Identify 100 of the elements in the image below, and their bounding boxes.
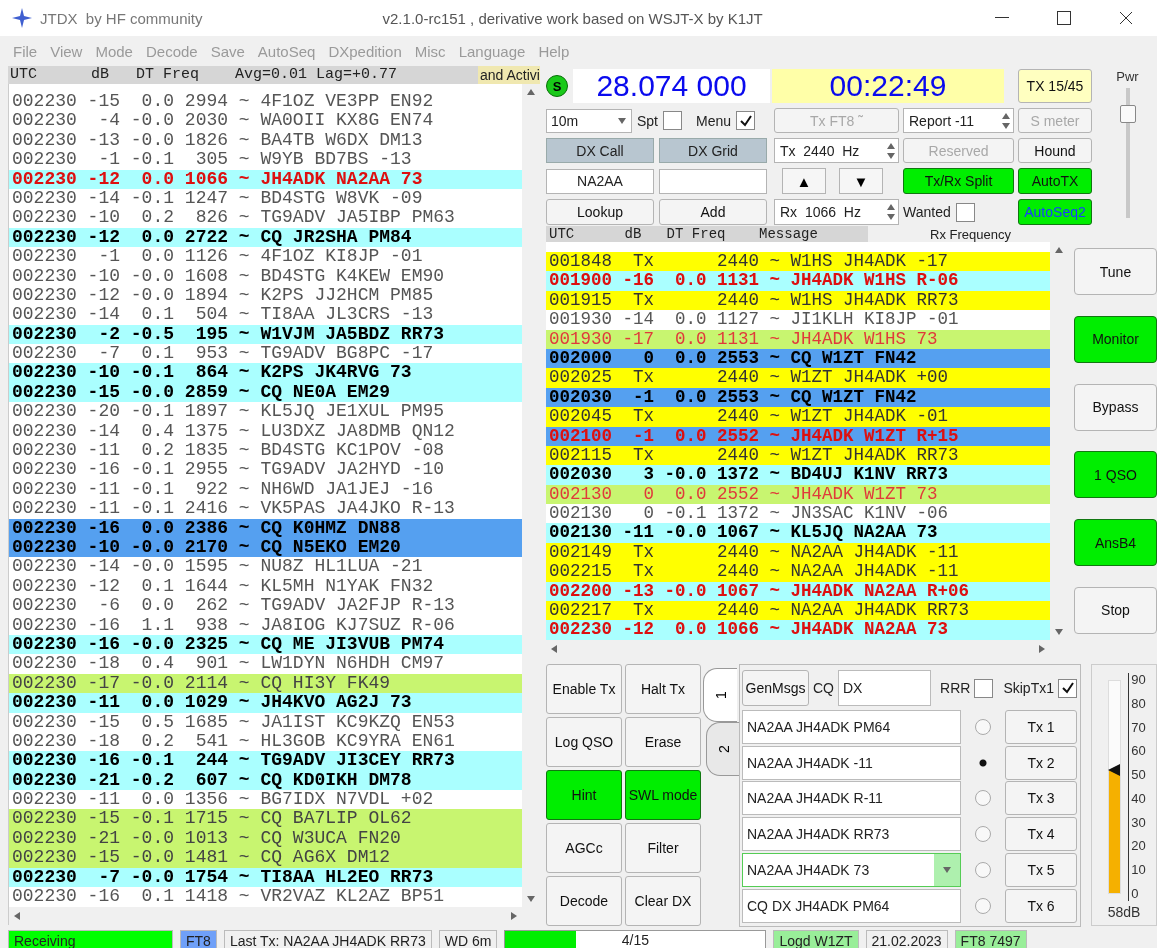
control-button[interactable]: Tune (1074, 248, 1157, 295)
decode-row[interactable]: 002230 -15 -0.0 1481 ~ CQ AG6X DM12 (9, 848, 522, 868)
maximize-icon[interactable] (1057, 11, 1071, 25)
up-button[interactable]: ▲ (782, 168, 826, 194)
decode-row[interactable]: 002230 -15 -0.1 1715 ~ CQ BA7LIP OL62 (9, 809, 522, 829)
tx-button[interactable]: Tx 2 (1005, 745, 1077, 780)
dx-grid-field[interactable] (659, 168, 767, 194)
message-field[interactable]: CQ DX JH4ADK PM64 (742, 888, 961, 923)
radio-button[interactable] (975, 790, 991, 807)
scroll-left-icon[interactable] (550, 644, 560, 653)
decode-row[interactable]: 002230 -10 -0.0 2170 ~ CQ N5EKO EM20 (9, 538, 522, 558)
tx-button[interactable]: Tx 4 (1005, 817, 1077, 852)
scroll-right-icon[interactable] (508, 912, 518, 920)
decode-row[interactable]: 002230 -12 0.0 1066 ~ JH4ADK NA2AA 73 (9, 169, 522, 189)
decode-row[interactable]: 002000 0 0.0 2553 ~ CQ W1ZT FN42 (546, 348, 1050, 369)
decode-row[interactable]: 002230 -12 0.0 1066 ~ JH4ADK NA2AA 73 (546, 620, 1050, 640)
genmsgs-button[interactable]: GenMsgs (742, 670, 809, 707)
decode-row[interactable]: 002130 -11 -0.0 1067 ~ KL5JQ NA2AA 73 (546, 523, 1050, 543)
radio-button[interactable] (975, 718, 991, 735)
rrr-checkbox[interactable] (974, 678, 994, 698)
skip-tx1-checkbox[interactable] (1058, 678, 1077, 698)
dx-call-field[interactable]: NA2AA (546, 168, 654, 194)
autotx-button[interactable]: AutoTX (1018, 168, 1092, 194)
tx-button[interactable]: Tx 1 (1005, 709, 1077, 744)
decode-row[interactable]: 002030 3 -0.0 1372 ~ BD4UJ K1NV RR73 (546, 465, 1050, 485)
band-select[interactable]: 10m (546, 108, 632, 133)
spt-checkbox[interactable] (663, 111, 682, 130)
rx-frequency-spinbox[interactable]: Rx 1066 Hz (774, 199, 899, 225)
decode-row[interactable]: 002030 -1 0.0 2553 ~ CQ W1ZT FN42 (546, 387, 1050, 408)
radio-button[interactable] (975, 861, 991, 878)
tx-button[interactable]: Tx 6 (1005, 888, 1077, 923)
decode-row[interactable]: 002230 -10 -0.1 864 ~ K2PS JK4RVG 73 (9, 363, 522, 383)
close-icon[interactable] (1119, 11, 1133, 25)
tab[interactable]: 2 (706, 722, 740, 776)
decode-row[interactable]: 002230 -21 -0.0 1013 ~ CQ W3UCA FN20 (9, 828, 522, 849)
decode-row[interactable]: 002230 -12 0.0 2722 ~ CQ JR2SHA PM84 (9, 227, 522, 248)
tx-button[interactable]: Tx 3 (1005, 781, 1077, 816)
decode-row[interactable]: 002230 -15 -0.0 2859 ~ CQ NE0A EM29 (9, 382, 522, 403)
message-field[interactable]: NA2AA JH4ADK -11 (742, 745, 961, 780)
control-button[interactable]: 1 QSO (1074, 451, 1157, 499)
slider-thumb[interactable] (1119, 104, 1136, 123)
decode-row[interactable]: 002230 -16 -0.1 244 ~ TG9ADV JI3CEY RR73 (9, 751, 522, 771)
action-button[interactable]: Decode (546, 876, 622, 926)
scroll-left-icon[interactable] (13, 912, 23, 920)
add-button[interactable]: Add (659, 199, 767, 225)
down-button[interactable]: ▼ (839, 168, 883, 194)
hound-button[interactable]: Hound (1018, 138, 1092, 163)
decode-row[interactable]: 002230 -17 -0.0 2114 ~ CQ HI3Y FK49 (9, 673, 522, 694)
decode-row[interactable]: 002230 -16 0.0 2386 ~ CQ K0HMZ DN88 (9, 518, 522, 538)
decode-row[interactable]: 002025 Tx 2440 ~ W1ZT JH4ADK +00 (546, 368, 1050, 388)
tx-button[interactable]: Tx 5 (1005, 852, 1077, 887)
split-button[interactable]: Tx/Rx Split (903, 168, 1014, 194)
message-field[interactable]: NA2AA JH4ADK RR73 (742, 817, 961, 852)
action-button[interactable]: Enable Tx (546, 664, 622, 714)
action-button[interactable]: SWL mode (625, 770, 701, 820)
decode-row[interactable]: 002115 Tx 2440 ~ W1ZT JH4ADK RR73 (546, 445, 1050, 466)
decode-row[interactable]: 002230 -21 -0.2 607 ~ CQ KD0IKH DM78 (9, 770, 522, 791)
radio-button[interactable] (975, 897, 991, 914)
spin-arrows-icon[interactable] (886, 202, 896, 222)
decode-row[interactable]: 001848 Tx 2440 ~ W1HS JH4ADK -17 (546, 252, 1050, 272)
action-button[interactable]: Log QSO (546, 717, 622, 767)
cq-field[interactable]: DX (838, 670, 931, 707)
scroll-right-icon[interactable] (1036, 644, 1046, 653)
decode-row[interactable]: 002215 Tx 2440 ~ NA2AA JH4ADK -11 (546, 562, 1050, 582)
decode-row[interactable]: 002200 -13 -0.0 1067 ~ JH4ADK NA2AA R+06 (546, 581, 1050, 602)
tx-period-button[interactable]: TX 15/45 (1018, 69, 1092, 103)
control-button[interactable]: AnsB4 (1074, 519, 1157, 567)
decode-row[interactable]: 001915 Tx 2440 ~ W1HS JH4ADK RR73 (546, 290, 1050, 311)
decode-row[interactable]: 002230 -16 -0.0 2325 ~ CQ ME JI3VUB PM74 (9, 634, 522, 655)
tx-frequency-spinbox[interactable]: Tx 2440 Hz (774, 138, 899, 163)
decode-row[interactable]: 002230 -11 0.0 1029 ~ JH4KVO AG2J 73 (9, 693, 522, 713)
scroll-down-icon[interactable] (526, 895, 536, 903)
action-button[interactable]: Clear DX (625, 876, 701, 926)
scroll-up-icon[interactable] (1054, 246, 1064, 254)
dropdown-icon[interactable] (617, 116, 627, 125)
decode-row[interactable]: 001900 -16 0.0 1131 ~ JH4ADK W1HS R-06 (546, 271, 1050, 291)
control-button[interactable]: Monitor (1074, 315, 1157, 363)
message-combobox[interactable]: NA2AA JH4ADK 73 (742, 852, 961, 887)
scroll-down-icon[interactable] (1054, 628, 1064, 636)
decode-row[interactable]: 002045 Tx 2440 ~ W1ZT JH4ADK -01 (546, 407, 1050, 427)
decode-row[interactable]: 002230 -2 -0.5 195 ~ W1VJM JA5BDZ RR73 (9, 324, 522, 345)
dropdown-icon[interactable] (942, 865, 952, 874)
wanted-checkbox[interactable] (955, 202, 975, 222)
minimize-icon[interactable] (995, 17, 1009, 19)
action-button[interactable]: AGCc (546, 823, 622, 873)
action-button[interactable]: Filter (625, 823, 701, 873)
radio-button[interactable] (975, 826, 991, 843)
action-button[interactable]: Halt Tx (625, 664, 701, 714)
action-button[interactable]: Erase (625, 717, 701, 767)
decode-row[interactable]: 002230 -7 -0.0 1754 ~ TI8AA HL2EO RR73 (9, 867, 522, 887)
tab[interactable]: 1 (703, 668, 737, 722)
control-button[interactable]: Bypass (1074, 383, 1157, 431)
lookup-button[interactable]: Lookup (546, 199, 654, 225)
report-spinbox[interactable]: Report -11 (903, 108, 1014, 133)
action-button[interactable]: Hint (546, 770, 622, 820)
autoseq-button[interactable]: AutoSeq2 (1018, 199, 1092, 225)
decode-row[interactable]: 002217 Tx 2440 ~ NA2AA JH4ADK RR73 (546, 601, 1050, 621)
control-button[interactable]: Stop (1074, 587, 1157, 634)
scroll-up-icon[interactable] (526, 88, 536, 96)
menu-checkbox[interactable] (736, 111, 756, 130)
